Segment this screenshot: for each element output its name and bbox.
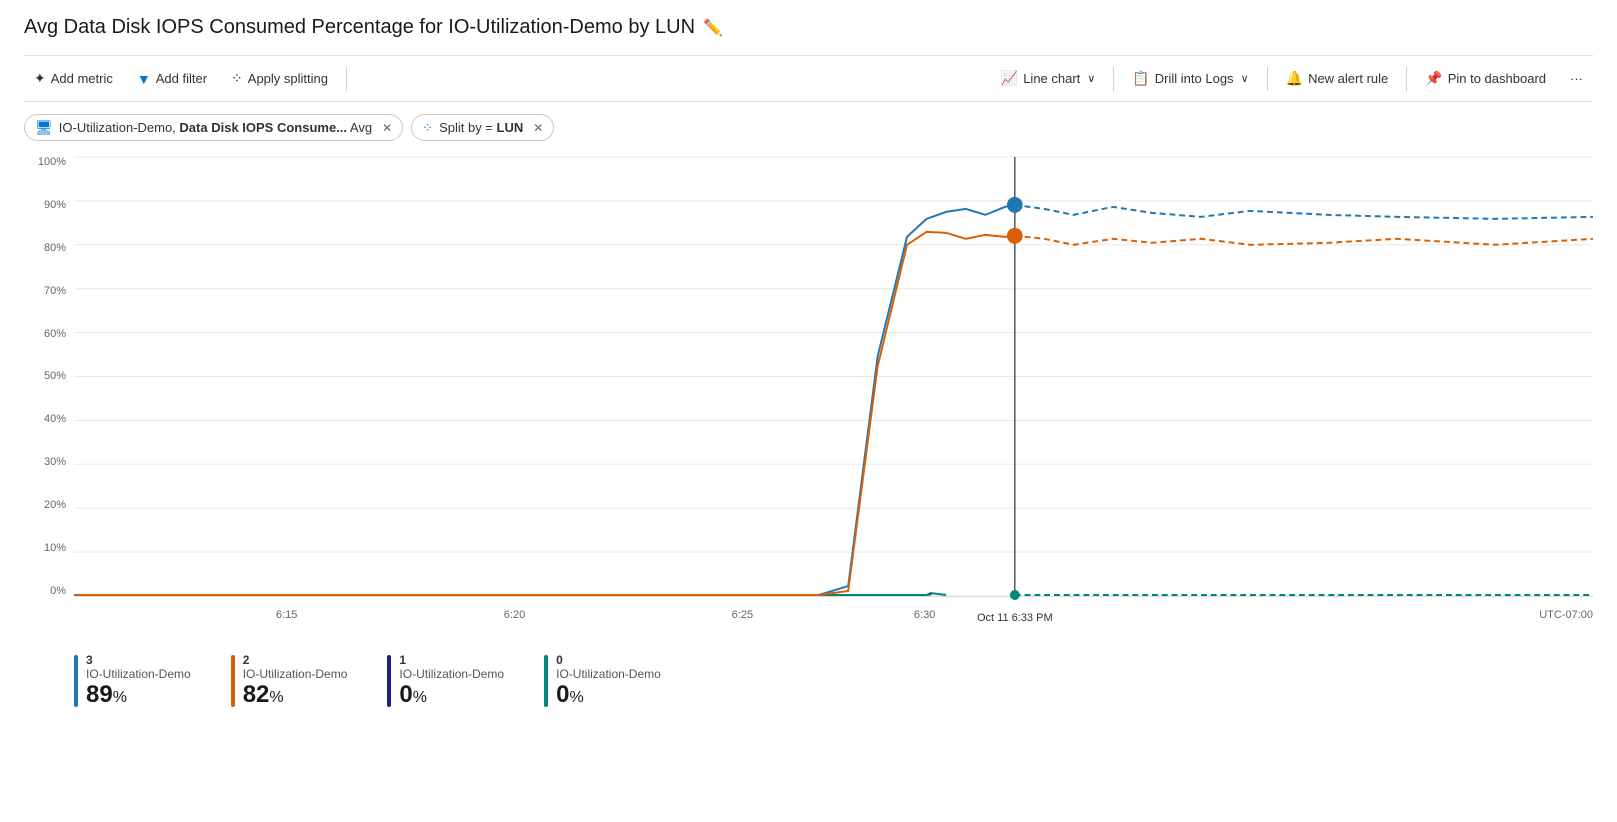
legend-name-0: IO-Utilization-Demo — [556, 667, 661, 681]
edit-icon[interactable]: ✏️ — [703, 18, 723, 38]
drill-into-logs-button[interactable]: 📋 Drill into Logs ∨ — [1122, 64, 1258, 93]
split-pill-prefix: Split by = — [439, 120, 496, 135]
drill-logs-arrow: ∨ — [1241, 72, 1249, 85]
drill-into-logs-label: Drill into Logs — [1155, 71, 1234, 86]
x-axis-row: 6:15 6:20 6:25 6:30 UTC-07:00 — [74, 609, 1593, 629]
y-label-0: 0% — [50, 586, 66, 597]
x-label-620: 6:20 — [504, 609, 525, 621]
legend-lun-2: 2 — [243, 653, 348, 667]
legend-item-1: 1 IO-Utilization-Demo 0% — [387, 653, 504, 710]
y-axis-labels: 100% 90% 80% 70% 60% 50% 40% 30% 20% 10%… — [24, 157, 72, 597]
more-options-button[interactable]: ··· — [1560, 65, 1593, 92]
y-label-70: 70% — [44, 286, 66, 297]
legend-swatch-0 — [544, 655, 548, 707]
toolbar-right: 📈 Line chart ∨ 📋 Drill into Logs ∨ 🔔 New… — [991, 64, 1593, 93]
x-label-615: 6:15 — [276, 609, 297, 621]
chart-svg: .gridline-svg { stroke: #e8e8e8; stroke-… — [74, 157, 1593, 596]
pin-to-dashboard-button[interactable]: 📌 Pin to dashboard — [1415, 64, 1556, 93]
toolbar: ✦ Add metric ▼ Add filter ⁘ Apply splitt… — [24, 55, 1593, 102]
legend-container: 3 IO-Utilization-Demo 89% 2 IO-Utilizati… — [24, 645, 1593, 718]
toolbar-divider-3 — [1267, 67, 1268, 91]
legend-lun-1: 1 — [399, 653, 504, 667]
split-pill-bold: LUN — [497, 120, 524, 135]
legend-name-3: IO-Utilization-Demo — [86, 667, 191, 681]
legend-lun-0: 0 — [556, 653, 661, 667]
title-text: Avg Data Disk IOPS Consumed Percentage f… — [24, 16, 695, 39]
page-title: Avg Data Disk IOPS Consumed Percentage f… — [24, 16, 1593, 39]
legend-swatch-2 — [231, 655, 235, 707]
legend-text-1: 1 IO-Utilization-Demo 0% — [399, 653, 504, 710]
toolbar-divider-2 — [1113, 67, 1114, 91]
legend-swatch-1 — [387, 655, 391, 707]
y-label-90: 90% — [44, 200, 66, 211]
metric-pill-icon: 🖥 — [35, 119, 53, 136]
legend-item-3: 3 IO-Utilization-Demo 89% — [74, 653, 191, 710]
y-label-80: 80% — [44, 243, 66, 254]
y-label-40: 40% — [44, 414, 66, 425]
legend-value-2: 82% — [243, 681, 348, 710]
metric-filter-pill[interactable]: 🖥 IO-Utilization-Demo, Data Disk IOPS Co… — [24, 114, 403, 141]
add-filter-label: Add filter — [156, 71, 207, 86]
line-chart-arrow: ∨ — [1087, 72, 1095, 85]
x-label-625: 6:25 — [732, 609, 753, 621]
timezone-label: UTC-07:00 — [1539, 609, 1593, 621]
legend-name-2: IO-Utilization-Demo — [243, 667, 348, 681]
metric-pill-close[interactable]: ✕ — [382, 122, 392, 134]
split-filter-pill[interactable]: ⁘ Split by = LUN ✕ — [411, 114, 554, 141]
metric-pill-suffix: Avg — [347, 120, 372, 135]
apply-splitting-button[interactable]: ⁘ Apply splitting — [221, 64, 338, 93]
line-chart-label: Line chart — [1023, 71, 1080, 86]
apply-splitting-label: Apply splitting — [248, 71, 328, 86]
y-label-60: 60% — [44, 329, 66, 340]
line-chart-button[interactable]: 📈 Line chart ∨ — [991, 64, 1106, 93]
chart-container: 100% 90% 80% 70% 60% 50% 40% 30% 20% 10%… — [24, 157, 1593, 637]
metric-pill-text: IO-Utilization-Demo, Data Disk IOPS Cons… — [59, 120, 372, 135]
drill-logs-icon: 📋 — [1132, 70, 1149, 87]
split-pill-close[interactable]: ✕ — [533, 122, 543, 134]
legend-text-3: 3 IO-Utilization-Demo 89% — [86, 653, 191, 710]
alert-icon: 🔔 — [1286, 70, 1303, 87]
add-metric-button[interactable]: ✦ Add metric — [24, 64, 123, 93]
split-pill-text: Split by = LUN — [439, 120, 523, 135]
add-filter-icon: ▼ — [137, 71, 151, 87]
y-label-100: 100% — [38, 157, 66, 168]
y-label-20: 20% — [44, 500, 66, 511]
metric-pill-bold: Data Disk IOPS Consume... — [179, 120, 347, 135]
apply-splitting-icon: ⁘ — [231, 70, 243, 87]
pin-to-dashboard-label: Pin to dashboard — [1448, 71, 1546, 86]
legend-value-1: 0% — [399, 681, 504, 710]
add-metric-label: Add metric — [51, 71, 113, 86]
chart-area: .gridline-svg { stroke: #e8e8e8; stroke-… — [74, 157, 1593, 597]
toolbar-divider-4 — [1406, 67, 1407, 91]
split-pill-icon: ⁘ — [422, 120, 433, 136]
legend-name-1: IO-Utilization-Demo — [399, 667, 504, 681]
legend-lun-3: 3 — [86, 653, 191, 667]
legend-item-2: 2 IO-Utilization-Demo 82% — [231, 653, 348, 710]
pin-icon: 📌 — [1425, 70, 1442, 87]
legend-value-3: 89% — [86, 681, 191, 710]
x-label-630: 6:30 — [914, 609, 935, 621]
toolbar-divider-1 — [346, 67, 347, 91]
legend-value-0: 0% — [556, 681, 661, 710]
add-filter-button[interactable]: ▼ Add filter — [127, 65, 217, 93]
line-chart-icon: 📈 — [1001, 70, 1018, 87]
legend-text-2: 2 IO-Utilization-Demo 82% — [243, 653, 348, 710]
more-label: ··· — [1570, 71, 1583, 86]
legend-text-0: 0 IO-Utilization-Demo 0% — [556, 653, 661, 710]
filters-row: 🖥 IO-Utilization-Demo, Data Disk IOPS Co… — [24, 114, 1593, 141]
y-label-50: 50% — [44, 371, 66, 382]
new-alert-rule-button[interactable]: 🔔 New alert rule — [1276, 64, 1399, 93]
legend-item-0: 0 IO-Utilization-Demo 0% — [544, 653, 661, 710]
y-label-30: 30% — [44, 457, 66, 468]
metric-pill-prefix: IO-Utilization-Demo, — [59, 120, 180, 135]
add-metric-icon: ✦ — [34, 70, 46, 87]
y-label-10: 10% — [44, 543, 66, 554]
new-alert-rule-label: New alert rule — [1308, 71, 1388, 86]
legend-swatch-3 — [74, 655, 78, 707]
